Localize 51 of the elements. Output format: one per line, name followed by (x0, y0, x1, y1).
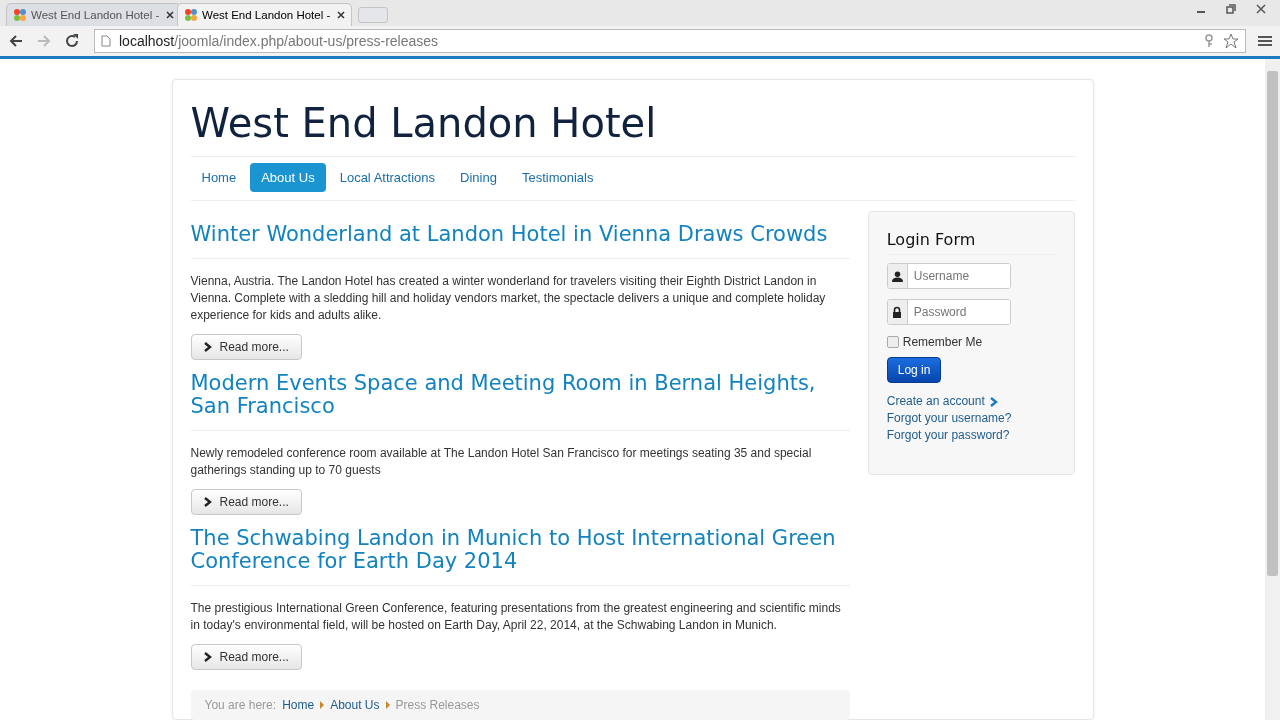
read-more-button[interactable]: Read more... (190, 334, 302, 361)
breadcrumb-link[interactable]: About Us (330, 698, 380, 713)
remember-checkbox[interactable] (886, 336, 899, 348)
browser-tab[interactable]: West End Landon Hotel - (177, 3, 352, 26)
scrollbar[interactable] (1265, 59, 1280, 720)
chevron-icon (989, 396, 998, 407)
chevron-icon (203, 342, 212, 353)
article-text: Vienna, Austria. The Landon Hotel has created a winter wonderland for travelers visiting their Eighth District Landon in Vienna. Complete with a sledding hill and holiday vendors market, the spectacle delivers a unique and complete holiday experience for kids and adults alike. (190, 273, 827, 325)
nav-link[interactable]: Dining (449, 163, 508, 192)
nav-link[interactable]: Testimonials (510, 163, 605, 192)
article-title[interactable]: Modern Events Space and Meeting Room in Bernal Heights, San Francisco (190, 372, 850, 432)
caret-icon (385, 701, 390, 710)
back-icon[interactable] (8, 33, 24, 49)
nav-link[interactable]: Home (190, 163, 248, 192)
flower-icon (184, 8, 198, 22)
menu-icon[interactable] (1258, 35, 1272, 47)
username-field[interactable]: Username (886, 263, 1011, 289)
read-more-button[interactable]: Read more... (190, 644, 302, 671)
url-text: localhost/joomla/index.php/about-us/press-releases (119, 33, 439, 49)
address-bar[interactable]: localhost/joomla/index.php/about-us/press-releases (94, 29, 1246, 53)
read-more-button[interactable]: Read more... (190, 489, 302, 516)
password-field[interactable]: Password (886, 299, 1011, 325)
article-text: Newly remodeled conference room available at The Landon Hotel San Francisco for meetings seating 35 and special gatherings standing up to 70 guests (190, 445, 813, 480)
user-icon (891, 270, 903, 282)
chevron-icon (203, 652, 212, 663)
article-title[interactable]: The Schwabing Landon in Munich to Host International Green Conference for Earth Day 2014 (190, 527, 850, 587)
caret-icon (320, 701, 325, 710)
page-icon (101, 35, 111, 47)
close-icon[interactable] (337, 11, 345, 19)
account-link[interactable]: Create an account (886, 393, 985, 410)
article-text: The prestigious International Green Conference, featuring presentations from the greatest engineering and scientific minds in today's environmental field, will be hosted on Earth Day, April 22, 2014, at the Schwabing Landon in Munich. (190, 600, 842, 635)
breadcrumb-link[interactable]: Home (282, 698, 315, 713)
remember-label: Remember Me (902, 335, 983, 349)
reload-icon[interactable] (64, 33, 80, 49)
login-button[interactable]: Log in (886, 357, 942, 383)
lock-icon (892, 306, 903, 318)
nav-link[interactable]: Local Attractions (328, 163, 447, 192)
flower-icon (13, 8, 27, 22)
restore-icon[interactable] (1226, 4, 1236, 14)
chevron-icon (203, 497, 212, 508)
account-link[interactable]: Forgot your username? (886, 410, 1012, 427)
star-icon[interactable] (1223, 33, 1239, 49)
login-title: Login Form (886, 230, 1056, 255)
close-icon[interactable] (166, 11, 174, 19)
breadcrumb-current: Press Releases (395, 698, 480, 713)
account-link[interactable]: Forgot your password? (886, 427, 1010, 444)
key-icon[interactable] (1203, 34, 1215, 48)
breadcrumb-label: You are here: (204, 698, 277, 713)
article-title[interactable]: Winter Wonderland at Landon Hotel in Vienna Draws Crowds (190, 223, 850, 260)
site-title: West End Landon Hotel (190, 100, 1075, 157)
close-icon[interactable] (1256, 4, 1266, 14)
